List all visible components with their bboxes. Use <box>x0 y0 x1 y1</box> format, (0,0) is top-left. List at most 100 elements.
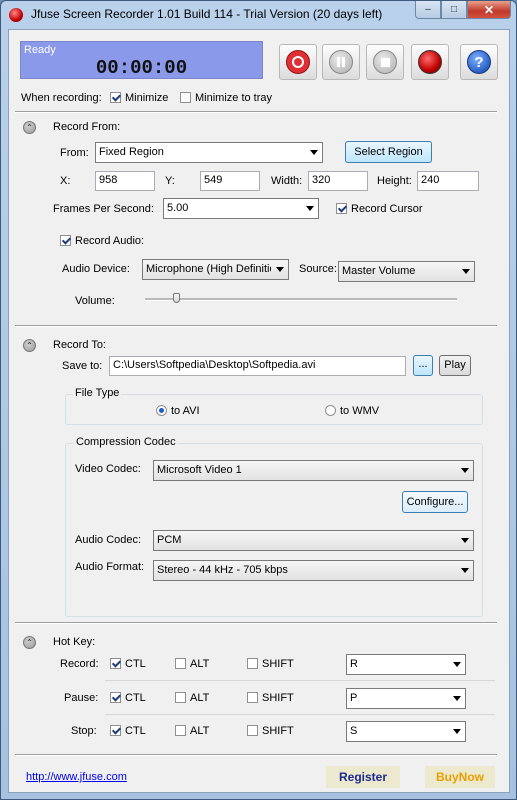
minimize-button[interactable]: – <box>415 1 441 19</box>
hotkey-pause-ctl-box[interactable] <box>110 692 121 703</box>
hotkey-stop-key-select[interactable]: S <box>346 721 466 742</box>
record-to-heading: Record To: <box>53 339 106 351</box>
hotkey-pause-key-select[interactable]: P <box>346 688 466 709</box>
chevron-down-icon <box>453 662 461 667</box>
title-bar[interactable]: Jfuse Screen Recorder 1.01 Build 114 - T… <box>1 1 516 29</box>
file-type-group: File Type <box>65 387 483 425</box>
audio-codec-select[interactable]: PCM <box>153 530 474 551</box>
record-cursor-label: Record Cursor <box>351 203 423 215</box>
audio-device-label: Audio Device: <box>62 263 130 275</box>
hotkey-pause-shift-box[interactable] <box>247 692 258 703</box>
buynow-button[interactable]: BuyNow <box>425 766 495 788</box>
website-link[interactable]: http://www.jfuse.com <box>26 771 127 783</box>
height-label: Height: <box>377 175 412 187</box>
record-cursor-checkbox[interactable]: Record Cursor <box>336 203 423 215</box>
caption-buttons: – □ ✕ <box>415 1 511 19</box>
minimize-to-tray-checkbox[interactable]: Minimize to tray <box>180 92 272 104</box>
hotkey-stop-shift[interactable]: SHIFT <box>247 725 294 737</box>
source-select[interactable]: Master Volume <box>338 261 475 282</box>
record-audio-checkbox[interactable]: Record Audio: <box>60 235 144 247</box>
audio-codec-label: Audio Codec: <box>75 534 142 546</box>
to-avi-radio[interactable]: to AVI <box>156 405 200 417</box>
hotkey-record-alt-box[interactable] <box>175 658 186 669</box>
minimize-check-box[interactable] <box>110 92 121 103</box>
from-select-value: Fixed Region <box>99 146 164 158</box>
hotkey-row-separator <box>105 714 495 715</box>
when-recording-label: When recording: <box>21 92 102 104</box>
stop-button[interactable] <box>366 44 404 80</box>
audio-device-select[interactable]: Microphone (High Definitio <box>142 259 289 280</box>
chevron-down-icon <box>462 269 470 274</box>
hotkey-record-key-select[interactable]: R <box>346 654 466 675</box>
height-field[interactable]: 240 <box>417 171 479 191</box>
save-to-field[interactable]: C:\Users\Softpedia\Desktop\Softpedia.avi <box>109 356 406 376</box>
hotkey-pause-shift[interactable]: SHIFT <box>247 692 294 704</box>
stop-recording-button[interactable] <box>411 44 449 80</box>
chevron-down-icon <box>461 468 469 473</box>
hotkey-record-alt-label: ALT <box>190 658 210 670</box>
hotkey-pause-alt[interactable]: ALT <box>175 692 209 704</box>
configure-button[interactable]: Configure... <box>402 491 468 513</box>
browse-button[interactable]: ... <box>413 355 433 376</box>
hotkey-record-shift-box[interactable] <box>247 658 258 669</box>
to-avi-label: to AVI <box>171 405 200 417</box>
width-field[interactable]: 320 <box>308 171 368 191</box>
source-label: Source: <box>299 263 337 275</box>
hotkey-record-ctl-label: CTL <box>125 658 146 670</box>
to-avi-radio-button[interactable] <box>156 405 167 416</box>
hotkey-record-shift[interactable]: SHIFT <box>247 658 294 670</box>
help-button[interactable]: ? <box>460 44 498 80</box>
chevron-down-icon <box>461 568 469 573</box>
divider <box>15 111 497 113</box>
record-cursor-check-box[interactable] <box>336 203 347 214</box>
chevron-down-icon <box>276 267 284 272</box>
y-field[interactable]: 549 <box>200 171 260 191</box>
fps-select[interactable]: 5.00 <box>163 198 319 219</box>
hotkey-record-alt[interactable]: ALT <box>175 658 209 670</box>
audio-device-value: Microphone (High Definitio <box>146 263 271 275</box>
status-text: Ready <box>24 44 56 56</box>
maximize-button[interactable]: □ <box>441 1 467 19</box>
app-logo-icon <box>9 8 23 22</box>
hotkey-stop-ctl[interactable]: CTL <box>110 725 146 737</box>
pause-button[interactable] <box>322 44 360 80</box>
volume-slider-thumb[interactable] <box>173 293 181 303</box>
from-select[interactable]: Fixed Region <box>95 142 323 163</box>
volume-slider-track[interactable] <box>145 298 457 301</box>
client-area: Ready 00:00:00 ? When recording: Minimiz… <box>8 29 510 793</box>
x-field[interactable]: 958 <box>95 171 155 191</box>
hotkey-stop-ctl-box[interactable] <box>110 725 121 736</box>
minimize-checkbox[interactable]: Minimize <box>110 92 168 104</box>
x-label: X: <box>60 175 71 187</box>
hotkey-stop-alt[interactable]: ALT <box>175 725 209 737</box>
minimize-to-tray-label: Minimize to tray <box>195 92 273 104</box>
hotkey-pause-ctl[interactable]: CTL <box>110 692 146 704</box>
minimize-to-tray-check-box[interactable] <box>180 92 191 103</box>
collapse-record-to-icon[interactable]: ⌃ <box>23 339 36 352</box>
collapse-hot-key-icon[interactable]: ⌃ <box>23 636 36 649</box>
hotkey-stop-alt-box[interactable] <box>175 725 186 736</box>
video-codec-select[interactable]: Microsoft Video 1 <box>153 460 474 481</box>
hotkey-stop-alt-label: ALT <box>190 725 210 737</box>
minimize-icon: – <box>425 4 431 15</box>
close-button[interactable]: ✕ <box>467 1 511 19</box>
record-button[interactable] <box>279 44 317 80</box>
to-wmv-radio[interactable]: to WMV <box>325 405 379 417</box>
play-button[interactable]: Play <box>439 355 471 376</box>
collapse-record-from-icon[interactable]: ⌃ <box>23 121 36 134</box>
select-region-button[interactable]: Select Region <box>345 141 432 163</box>
hotkey-pause-alt-box[interactable] <box>175 692 186 703</box>
audio-format-select[interactable]: Stereo - 44 kHz - 705 kbps <box>153 560 474 581</box>
hotkey-stop-key: S <box>350 725 358 737</box>
hotkey-record-ctl[interactable]: CTL <box>110 658 146 670</box>
to-wmv-radio-button[interactable] <box>325 405 336 416</box>
to-wmv-label: to WMV <box>340 405 380 417</box>
divider <box>15 325 497 327</box>
chevron-down-icon <box>453 696 461 701</box>
width-label: Width: <box>271 175 303 187</box>
hotkey-record-ctl-box[interactable] <box>110 658 121 669</box>
fps-select-value: 5.00 <box>167 202 189 214</box>
register-button[interactable]: Register <box>326 766 400 788</box>
record-audio-check-box[interactable] <box>60 235 71 246</box>
hotkey-stop-shift-box[interactable] <box>247 725 258 736</box>
